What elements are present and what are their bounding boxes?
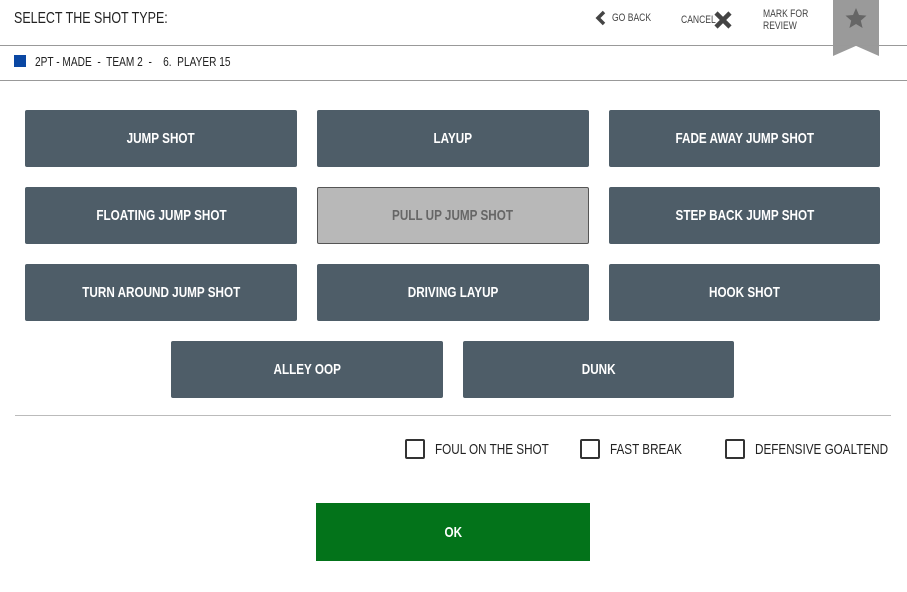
ok-button[interactable]: OK — [316, 503, 590, 561]
chevron-left-icon — [595, 10, 606, 26]
checkbox-box[interactable] — [725, 439, 745, 459]
checkbox-label: DEFENSIVE GOALTEND — [755, 440, 889, 458]
shot-step-back-jump-shot[interactable]: STEP BACK JUMP SHOT — [609, 187, 880, 244]
mark-label-line1: MARK FOR — [763, 8, 809, 20]
label: DRIVING LAYUP — [407, 284, 499, 301]
shot-dunk[interactable]: DUNK — [463, 341, 734, 398]
shot-turn-around-jump-shot[interactable]: TURN AROUND JUMP SHOT — [25, 264, 297, 321]
shot-fade-away-jump-shot[interactable]: FADE AWAY JUMP SHOT — [609, 110, 880, 167]
team-color-square — [14, 55, 26, 67]
go-back-label: GO BACK — [612, 12, 652, 24]
shot-driving-layup[interactable]: DRIVING LAYUP — [317, 264, 589, 321]
label: SELECT THE SHOT TYPE: — [14, 10, 168, 27]
cancel-button[interactable]: CANCEL — [681, 10, 733, 30]
defensive-goaltend-checkbox[interactable]: DEFENSIVE GOALTEND — [725, 439, 889, 459]
shot-pull-up-jump-shot[interactable]: PULL UP JUMP SHOT — [317, 187, 589, 244]
divider — [0, 45, 907, 46]
bookmark-ribbon[interactable] — [833, 0, 879, 56]
divider — [0, 80, 907, 81]
label: STEP BACK JUMP SHOT — [675, 207, 814, 224]
label: PULL UP JUMP SHOT — [392, 207, 514, 224]
label: DUNK — [581, 361, 616, 378]
shot-hook-shot[interactable]: HOOK SHOT — [609, 264, 880, 321]
star-icon — [845, 8, 867, 28]
fast-break-checkbox[interactable]: FAST BREAK — [580, 439, 690, 459]
checkbox-label: FOUL ON THE SHOT — [435, 440, 549, 458]
checkbox-box[interactable] — [405, 439, 425, 459]
foul-on-the-shot-checkbox[interactable]: FOUL ON THE SHOT — [405, 439, 549, 459]
label: 2PT - MADE - TEAM 2 - 6. PLAYER 15 — [35, 54, 231, 69]
label: FLOATING JUMP SHOT — [95, 207, 227, 224]
mark-for-review-button[interactable]: MARK FOR REVIEW — [763, 8, 821, 32]
cancel-label: CANCEL — [681, 14, 716, 26]
shot-alley-oop[interactable]: ALLEY OOP — [171, 341, 443, 398]
label: OK — [444, 523, 462, 541]
label: FADE AWAY JUMP SHOT — [675, 130, 814, 147]
checkbox-box[interactable] — [580, 439, 600, 459]
shot-jump-shot[interactable]: JUMP SHOT — [25, 110, 297, 167]
divider — [15, 415, 891, 416]
shot-floating-jump-shot[interactable]: FLOATING JUMP SHOT — [25, 187, 297, 244]
page-title: SELECT THE SHOT TYPE: — [14, 10, 211, 28]
label: ALLEY OOP — [273, 361, 341, 378]
label: TURN AROUND JUMP SHOT — [82, 284, 240, 301]
go-back-button[interactable]: GO BACK — [594, 10, 662, 26]
checkbox-label: FAST BREAK — [610, 440, 682, 458]
shot-info: 2PT - MADE - TEAM 2 - 6. PLAYER 15 — [35, 54, 286, 69]
label: LAYUP — [433, 130, 473, 147]
close-icon — [714, 11, 732, 29]
label: JUMP SHOT — [126, 130, 196, 147]
label: HOOK SHOT — [709, 284, 780, 301]
mark-label-line2: REVIEW — [763, 20, 797, 32]
shot-layup[interactable]: LAYUP — [317, 110, 589, 167]
